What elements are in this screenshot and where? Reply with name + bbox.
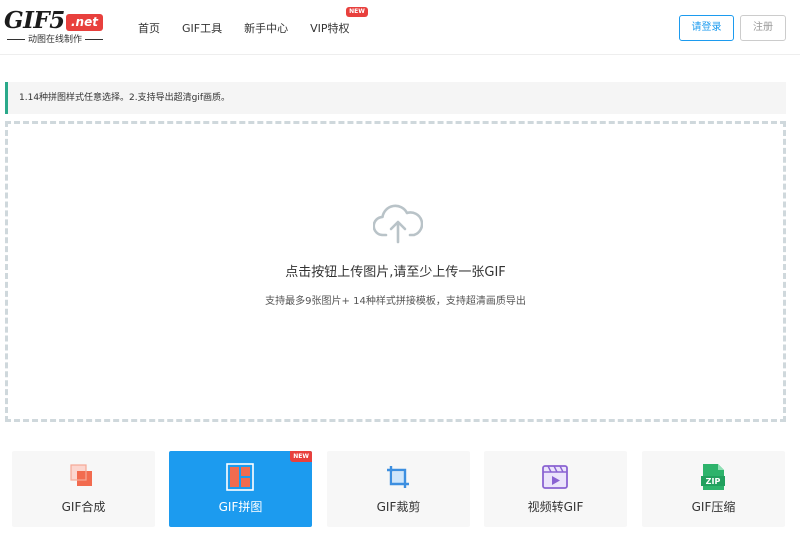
nav-item-home[interactable]: 首页 xyxy=(138,20,160,36)
nav-item-vip[interactable]: VIP特权 NEW xyxy=(310,6,368,36)
svg-text:ZIP: ZIP xyxy=(706,477,721,486)
upload-subtitle: 支持最多9张图片+ 14种样式拼接模板，支持超清画质导出 xyxy=(265,296,526,307)
tool-label: GIF压缩 xyxy=(691,500,736,514)
video-to-gif-icon xyxy=(542,465,568,489)
new-badge: NEW xyxy=(290,451,312,462)
logo-subtitle: 动图在线制作 xyxy=(4,35,104,46)
nav-item-vip-label: VIP特权 xyxy=(310,21,350,35)
main-nav: 首页 GIF工具 新手中心 VIP特权 NEW xyxy=(138,0,372,55)
site-logo[interactable]: GIF5 .net 动图在线制作 xyxy=(4,8,104,48)
logo-text: GIF5 xyxy=(4,7,65,34)
tool-label: GIF合成 xyxy=(61,500,106,514)
crop-icon xyxy=(387,466,409,488)
tool-label: GIF裁剪 xyxy=(376,500,421,514)
cloud-upload-icon xyxy=(373,204,423,244)
upload-title: 点击按钮上传图片,请至少上传一张GIF xyxy=(285,265,506,280)
tool-card-gif-compose[interactable]: GIF合成 xyxy=(12,451,155,527)
top-header: GIF5 .net 动图在线制作 首页 GIF工具 新手中心 VIP特权 NEW… xyxy=(0,0,800,55)
tool-label: 视频转GIF xyxy=(527,500,584,514)
tool-cards: GIF合成 GIF拼图 NEW GIF裁剪 视频转GIF ZIP GIF压缩 xyxy=(12,451,788,527)
register-button[interactable]: 注册 xyxy=(740,15,786,41)
gif-compose-icon xyxy=(70,464,92,486)
nav-item-beginner-center[interactable]: 新手中心 xyxy=(244,20,288,36)
logo-badge: .net xyxy=(66,14,103,31)
tips-notice: 1.14种拼图样式任意选择。2.支持导出超清gif画质。 xyxy=(5,82,786,114)
tool-card-video-to-gif[interactable]: 视频转GIF xyxy=(484,451,627,527)
nav-item-gif-tools[interactable]: GIF工具 xyxy=(182,20,222,36)
login-button[interactable]: 请登录 xyxy=(679,15,734,41)
zip-compress-icon: ZIP xyxy=(701,464,725,490)
tool-label: GIF拼图 xyxy=(218,500,263,514)
upload-dropzone[interactable]: 点击按钮上传图片,请至少上传一张GIF 支持最多9张图片+ 14种样式拼接模板，… xyxy=(5,121,786,422)
new-badge: NEW xyxy=(346,6,368,17)
tool-card-gif-compress[interactable]: ZIP GIF压缩 xyxy=(642,451,785,527)
tool-card-gif-crop[interactable]: GIF裁剪 xyxy=(327,451,470,527)
gif-collage-icon xyxy=(226,463,254,491)
tool-card-gif-collage[interactable]: GIF拼图 NEW xyxy=(169,451,312,527)
